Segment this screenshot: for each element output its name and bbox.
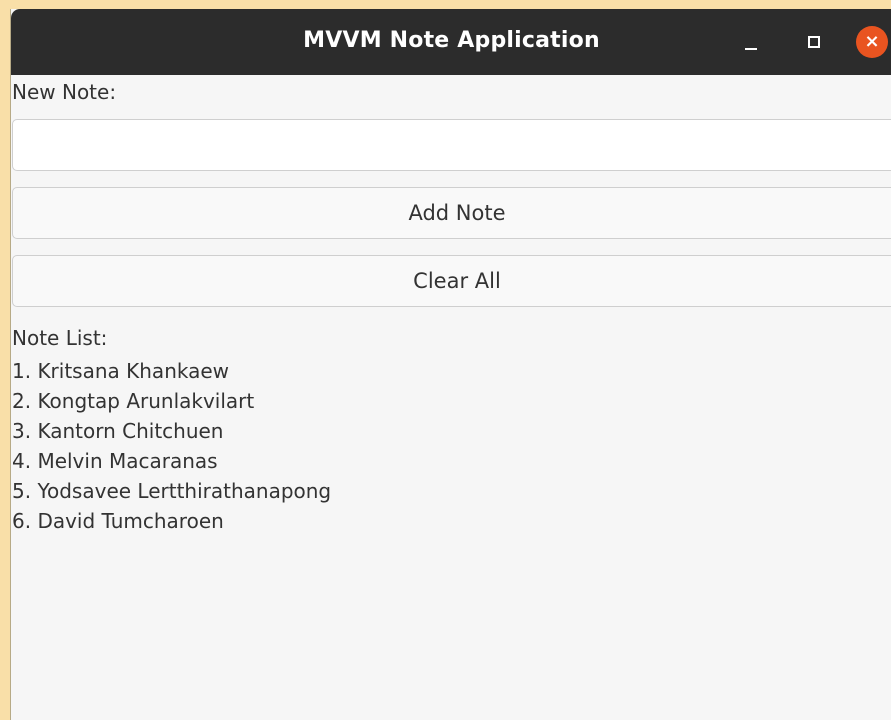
maximize-button[interactable] [797, 26, 829, 58]
list-item: 2. Kongtap Arunlakvilart [12, 389, 255, 413]
list-item: 5. Yodsavee Lertthirathanapong [12, 479, 332, 503]
list-item: 4. Melvin Macaranas [12, 449, 218, 473]
app-window: MVVM Note Application × New Note: Add No… [10, 9, 891, 720]
new-note-input[interactable] [12, 119, 891, 171]
list-item: 1. Kritsana Khankaew [12, 359, 230, 383]
minimize-button[interactable] [735, 26, 767, 58]
new-note-label: New Note: [12, 80, 117, 104]
maximize-icon [808, 36, 820, 48]
note-list-label: Note List: [12, 326, 108, 350]
minimize-icon [745, 48, 757, 50]
list-item: 6. David Tumcharoen [12, 509, 224, 533]
note-list: 1. Kritsana Khankaew 2. Kongtap Arunlakv… [12, 356, 331, 536]
title-bar[interactable]: MVVM Note Application × [11, 9, 891, 75]
close-button[interactable]: × [856, 26, 888, 58]
add-note-button[interactable]: Add Note [12, 187, 891, 239]
list-item: 3. Kantorn Chitchuen [12, 419, 224, 443]
close-icon: × [864, 31, 880, 52]
clear-all-button[interactable]: Clear All [12, 255, 891, 307]
